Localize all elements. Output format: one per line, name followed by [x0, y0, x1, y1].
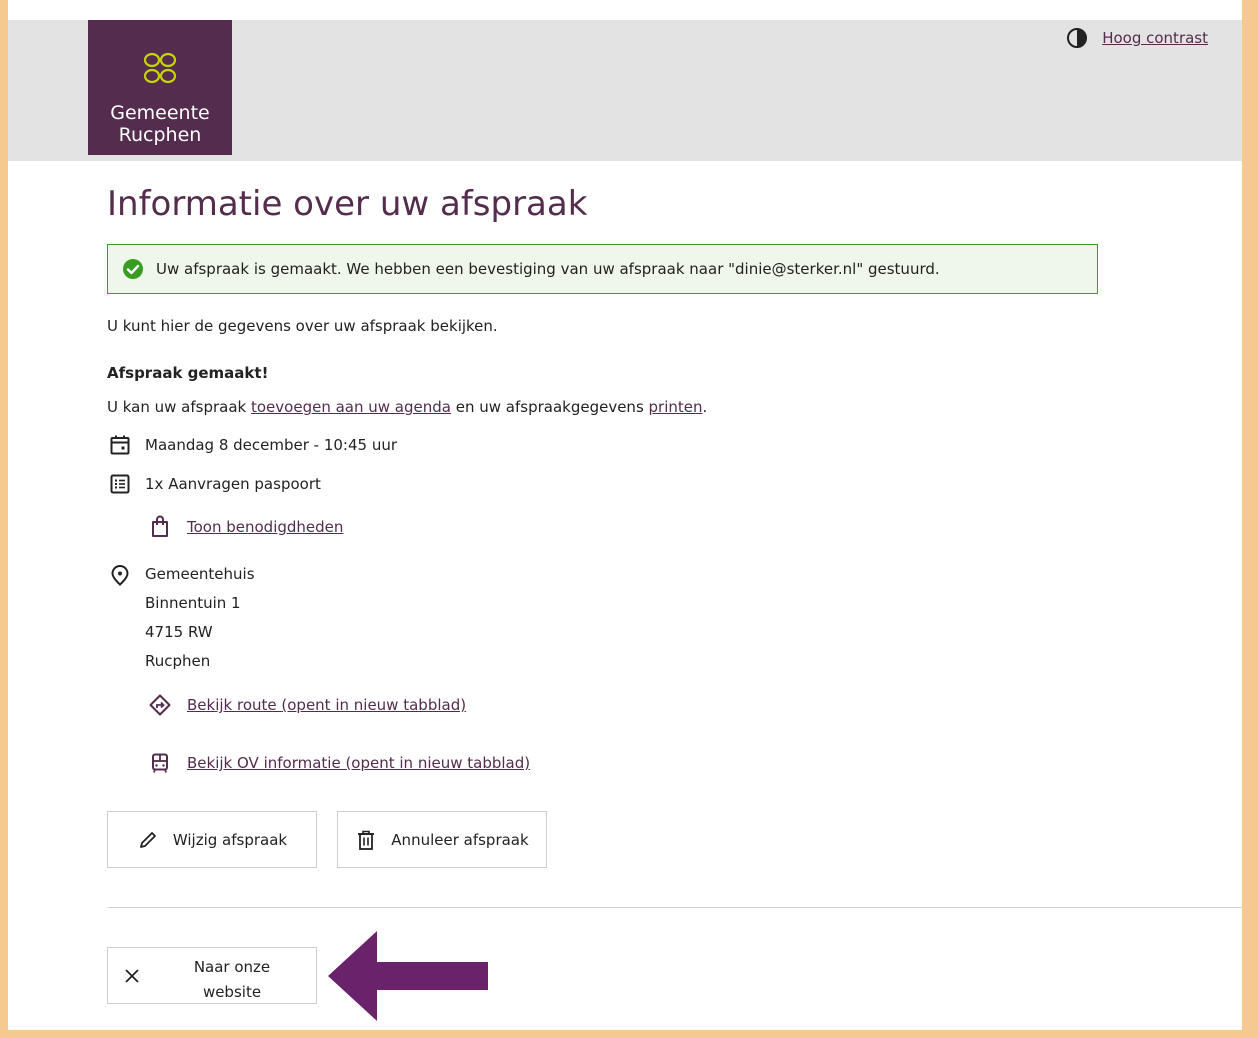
route-diamond-icon [149, 694, 171, 716]
location-city: Rucphen [145, 652, 211, 670]
alert-message: Uw afspraak is gemaakt. We hebben een be… [156, 260, 940, 278]
logo-line-2: Rucphen [118, 124, 202, 146]
section-heading: Afspraak gemaakt! [107, 364, 269, 382]
appointment-location: Gemeentehuis Binnentuin 1 4715 RW Rucphe… [109, 564, 255, 676]
cancel-appointment-label: Annuleer afspraak [391, 830, 529, 849]
ov-row[interactable]: Bekijk OV informatie (opent in nieuw tab… [149, 752, 530, 774]
product-text: 1x Aanvragen paspoort [145, 475, 321, 493]
appointment-datetime: Maandag 8 december - 10:45 uur [109, 434, 397, 456]
route-row[interactable]: Bekijk route (opent in nieuw tabblad) [149, 694, 466, 716]
divider [107, 907, 1242, 908]
to-website-label-line2: website [202, 983, 262, 1001]
map-pin-icon [111, 564, 129, 586]
calendar-icon [110, 435, 130, 455]
location-name: Gemeentehuis [145, 565, 255, 583]
list-icon [110, 474, 130, 494]
page-title: Informatie over uw afspraak [107, 184, 588, 224]
to-website-label-line1: Naar onze [193, 958, 271, 976]
location-street: Binnentuin 1 [145, 594, 241, 612]
requirements-row[interactable]: Toon benodigdheden [149, 515, 343, 539]
close-icon [125, 969, 139, 983]
location-postcode: 4715 RW [145, 623, 213, 641]
show-requirements-link[interactable]: Toon benodigdheden [187, 518, 343, 536]
check-circle-icon [123, 259, 143, 279]
site-header: Gemeente Rucphen Hoog contrast [8, 20, 1242, 161]
ov-info-link[interactable]: Bekijk OV informatie (opent in nieuw tab… [187, 754, 530, 772]
flower-logo-icon [143, 52, 177, 84]
shopping-bag-icon [152, 515, 168, 537]
page-frame: Gemeente Rucphen Hoog contrast Informati… [8, 0, 1242, 1030]
success-alert: Uw afspraak is gemaakt. We hebben een be… [107, 244, 1098, 294]
print-link[interactable]: printen [649, 398, 703, 416]
cancel-appointment-button[interactable]: Annuleer afspraak [337, 811, 547, 868]
logo-line-1: Gemeente [110, 102, 210, 124]
trash-icon [358, 830, 375, 850]
to-website-button[interactable]: Naar onze website [107, 947, 317, 1004]
intro-text: U kunt hier de gegevens over uw afspraak… [107, 317, 498, 335]
appointment-product: 1x Aanvragen paspoort [109, 473, 321, 495]
edit-appointment-label: Wijzig afspraak [172, 830, 288, 849]
datetime-text: Maandag 8 december - 10:45 uur [145, 436, 398, 454]
municipality-logo[interactable]: Gemeente Rucphen [88, 20, 232, 155]
edit-appointment-button[interactable]: Wijzig afspraak [107, 811, 317, 868]
arrow-left-annotation [328, 931, 488, 1021]
half-circle-contrast-icon [1067, 28, 1088, 48]
route-link[interactable]: Bekijk route (opent in nieuw tabblad) [187, 696, 466, 714]
bus-icon [152, 753, 168, 773]
agenda-line: U kan uw afspraak toevoegen aan uw agend… [107, 398, 708, 416]
add-to-agenda-link[interactable]: toevoegen aan uw agenda [251, 398, 451, 416]
high-contrast-toggle[interactable]: Hoog contrast [1066, 27, 1208, 49]
high-contrast-link[interactable]: Hoog contrast [1102, 29, 1208, 47]
pencil-icon [139, 831, 156, 848]
